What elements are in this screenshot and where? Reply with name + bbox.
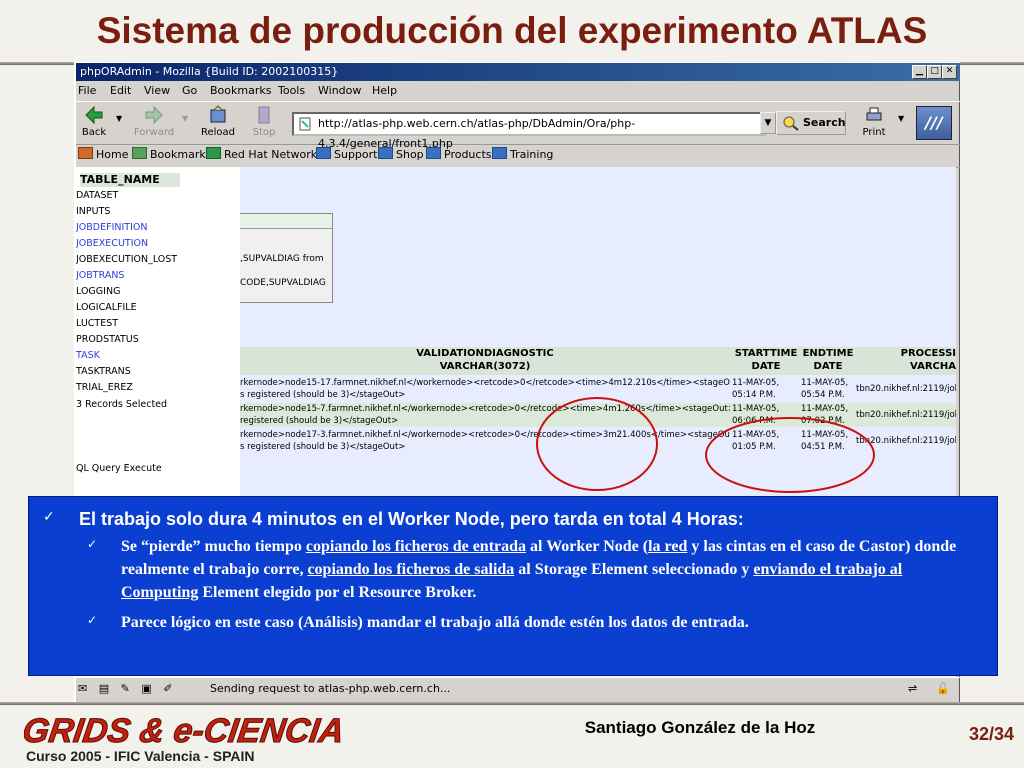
explanation-box: ✓ El trabajo solo dura 4 minutos en el W… [28,496,998,676]
annotation-circle-dates [705,417,875,493]
checkmark-icon: ✓ [87,537,98,551]
footer-divider [0,702,1024,705]
annotation-circle-time [536,397,658,491]
checkmark-icon: ✓ [87,613,98,627]
logo-title: GRIDS & e-CIENCIA [24,712,346,750]
logo-subtitle: Curso 2005 - IFIC Valencia - SPAIN [26,748,254,764]
checkmark-icon: ✓ [43,509,55,525]
sub-bullet-1: Se “pierde” mucho tiempo copiando los fi… [121,538,957,601]
author-name: Santiago González de la Hoz [584,718,816,737]
page-number: 32/34 [968,724,1014,744]
grids-e-ciencia-logo: GRIDS & e-CIENCIA Curso 2005 - IFIC Vale… [24,712,347,764]
main-bullet: El trabajo solo dura 4 minutos en el Wor… [79,509,744,529]
sub-bullet-2: Parece lógico en este caso (Análisis) ma… [121,614,749,631]
